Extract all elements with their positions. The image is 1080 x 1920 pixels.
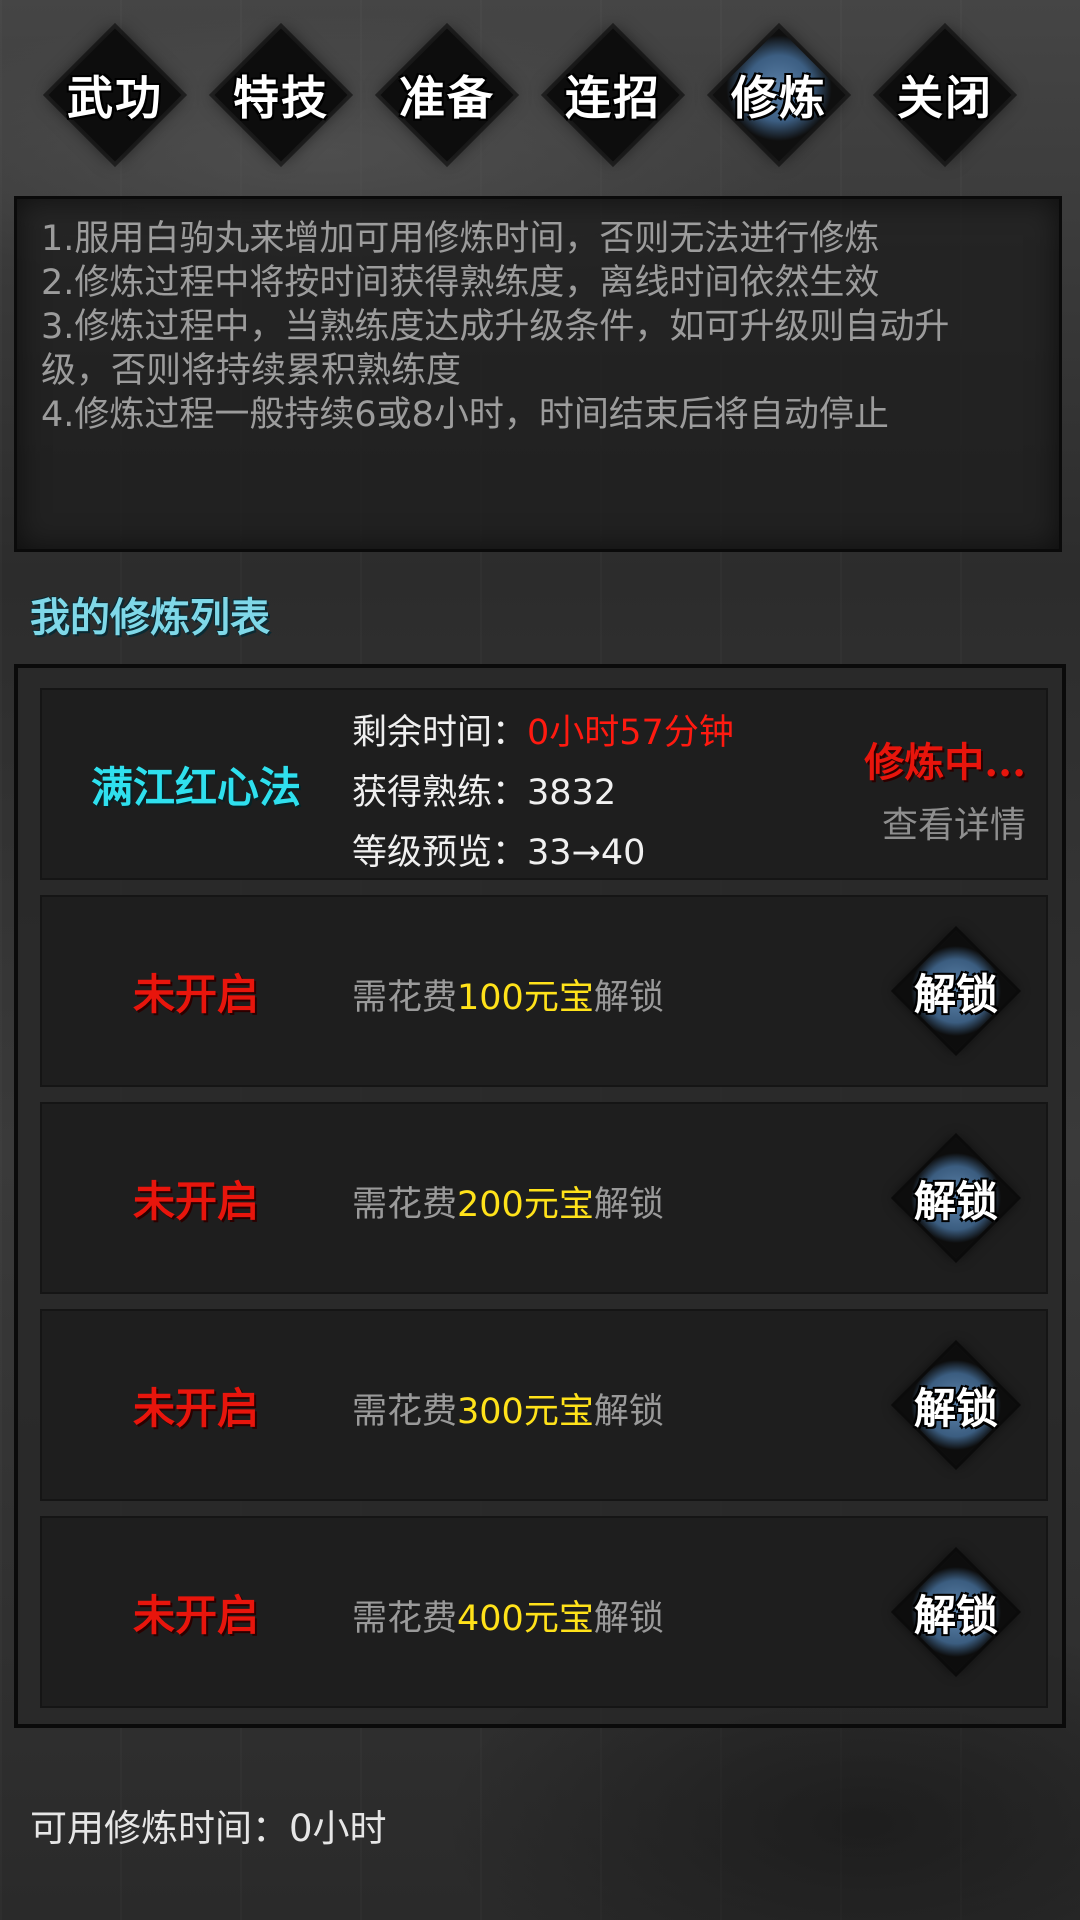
unlock-cost: 需花费100元宝解锁	[352, 969, 664, 1020]
cultivation-slot-active: 满江红心法 剩余时间：0小时57分钟 获得熟练：3832 等级预览：33→40 …	[40, 688, 1048, 880]
tab-xiulian[interactable]: 修炼	[704, 20, 854, 170]
level-preview-value: 33→40	[527, 833, 646, 873]
tab-label: 连招	[565, 71, 661, 125]
remaining-time: 剩余时间：0小时57分钟	[352, 704, 734, 755]
cost-amount: 400元宝	[457, 1599, 594, 1639]
cultivation-list: 满江红心法 剩余时间：0小时57分钟 获得熟练：3832 等级预览：33→40 …	[14, 664, 1066, 1728]
tab-label: 特技	[233, 71, 329, 125]
unlock-button-label: 解锁	[913, 1176, 998, 1226]
skill-name: 满江红心法	[90, 762, 301, 812]
available-time: 可用修炼时间：0小时	[30, 1807, 387, 1850]
cost-prefix: 需花费	[352, 1392, 458, 1432]
unlock-button[interactable]: 解锁	[886, 921, 1026, 1061]
level-preview: 等级预览：33→40	[352, 824, 645, 875]
cost-prefix: 需花费	[352, 1185, 458, 1225]
cultivation-slot-locked: 未开启 需花费400元宝解锁 解锁	[40, 1516, 1048, 1708]
exp-gained: 获得熟练：3832	[352, 764, 616, 815]
cultivation-slot-locked: 未开启 需花费300元宝解锁 解锁	[40, 1309, 1048, 1501]
unlock-cost: 需花费400元宝解锁	[352, 1590, 664, 1641]
exp-gained-label: 获得熟练：	[352, 773, 528, 813]
tab-zhunbei[interactable]: 准备	[372, 20, 522, 170]
unlock-button-label: 解锁	[913, 1383, 998, 1433]
unlock-button[interactable]: 解锁	[886, 1542, 1026, 1682]
cost-prefix: 需花费	[352, 978, 458, 1018]
rule-line-1: 1.服用白驹丸来增加可用修炼时间，否则无法进行修炼	[41, 219, 880, 259]
tab-close[interactable]: 关闭	[870, 20, 1020, 170]
tab-wugong[interactable]: 武功	[40, 20, 190, 170]
remaining-time-label: 剩余时间：	[352, 713, 528, 753]
level-preview-label: 等级预览：	[352, 833, 528, 873]
remaining-time-value: 0小时57分钟	[527, 713, 734, 753]
tab-lianzhao[interactable]: 连招	[538, 20, 688, 170]
view-details-link[interactable]: 查看详情	[882, 796, 1026, 848]
tab-label: 武功	[67, 71, 163, 125]
cost-suffix: 解锁	[593, 1599, 664, 1639]
cultivation-slot-locked: 未开启 需花费100元宝解锁 解锁	[40, 895, 1048, 1087]
cultivation-rules-panel: 1.服用白驹丸来增加可用修炼时间，否则无法进行修炼 2.修炼过程中将按时间获得熟…	[14, 196, 1062, 552]
rule-line-3-cont: 级，否则将持续累积熟练度	[41, 351, 462, 391]
slot-locked-label: 未开启	[132, 1176, 259, 1226]
tab-label: 修炼	[731, 71, 827, 125]
cost-amount: 200元宝	[457, 1185, 594, 1225]
slot-locked-label: 未开启	[132, 1590, 259, 1640]
tab-bar: 武功 特技 准备 连招 修炼 关闭	[40, 20, 1040, 170]
unlock-cost: 需花费200元宝解锁	[352, 1176, 664, 1227]
tab-label: 准备	[399, 71, 495, 125]
unlock-button[interactable]: 解锁	[886, 1128, 1026, 1268]
cost-suffix: 解锁	[593, 978, 664, 1018]
unlock-button-label: 解锁	[913, 1590, 998, 1640]
cost-amount: 300元宝	[457, 1392, 594, 1432]
rule-line-4: 4.修炼过程一般持续6或8小时，时间结束后将自动停止	[41, 395, 889, 435]
slot-locked-label: 未开启	[132, 969, 259, 1019]
tab-label: 关闭	[897, 71, 993, 125]
unlock-button-label: 解锁	[913, 969, 998, 1019]
cost-prefix: 需花费	[352, 1599, 458, 1639]
slot-locked-label: 未开启	[132, 1383, 259, 1433]
rule-line-3: 3.修炼过程中，当熟练度达成升级条件，如可升级则自动升	[41, 307, 950, 347]
cost-amount: 100元宝	[457, 978, 594, 1018]
tab-teji[interactable]: 特技	[206, 20, 356, 170]
rule-line-2: 2.修炼过程中将按时间获得熟练度，离线时间依然生效	[41, 263, 880, 303]
status-badge: 修炼中...	[864, 739, 1026, 786]
cost-suffix: 解锁	[593, 1392, 664, 1432]
unlock-cost: 需花费300元宝解锁	[352, 1383, 664, 1434]
unlock-button[interactable]: 解锁	[886, 1335, 1026, 1475]
section-title: 我的修炼列表	[30, 594, 270, 641]
cultivation-slot-locked: 未开启 需花费200元宝解锁 解锁	[40, 1102, 1048, 1294]
exp-gained-value: 3832	[527, 773, 617, 813]
cost-suffix: 解锁	[593, 1185, 664, 1225]
